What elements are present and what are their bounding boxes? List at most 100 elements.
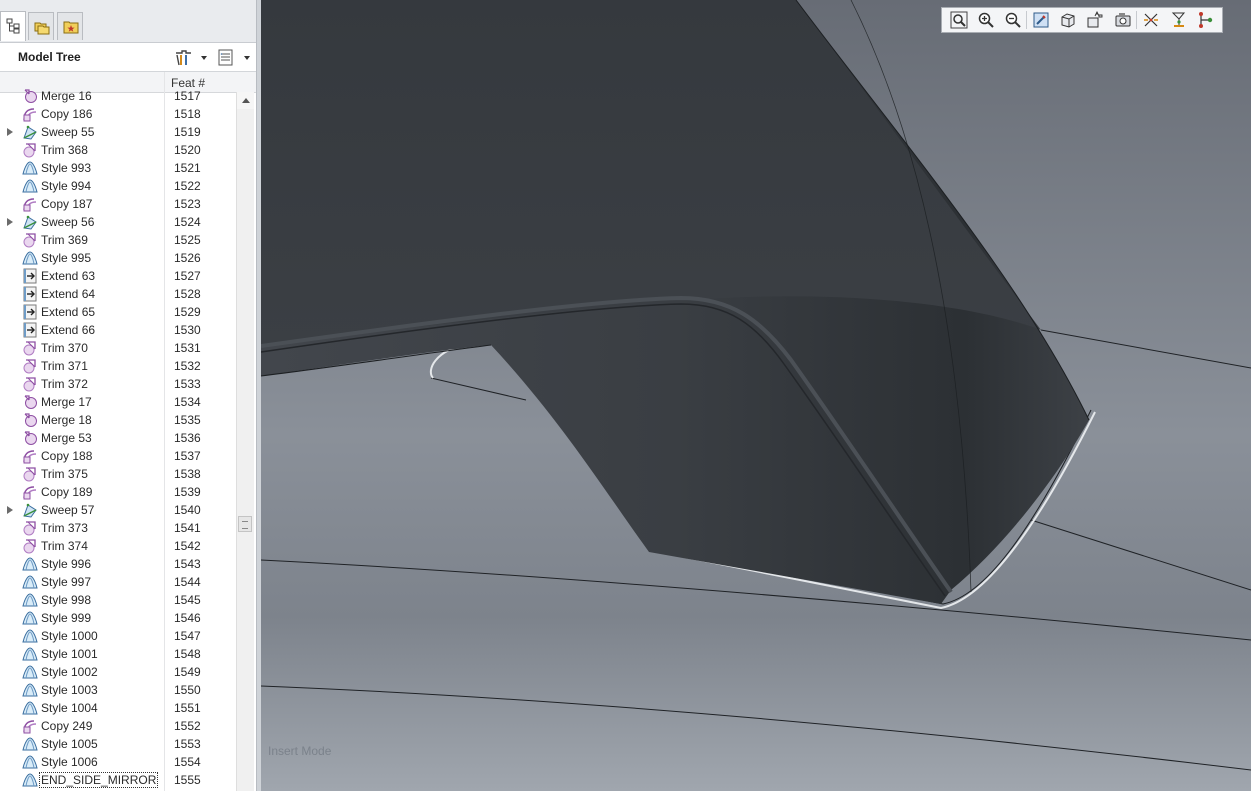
extend-feature-icon xyxy=(23,304,37,320)
navigator-tab-strip xyxy=(0,0,258,43)
tree-row[interactable]: Trim 369 1525 xyxy=(0,231,236,249)
spin-center-icon xyxy=(1199,12,1213,28)
feature-number: 1544 xyxy=(174,575,201,589)
tree-row[interactable]: Style 1006 1554 xyxy=(0,753,236,771)
feature-number: 1536 xyxy=(174,431,201,445)
datum-display-button[interactable] xyxy=(1140,10,1162,30)
tab-folder-browser[interactable] xyxy=(28,12,54,40)
tree-row[interactable]: Style 995 1526 xyxy=(0,249,236,267)
trim-feature-icon xyxy=(23,377,36,392)
feature-name: Sweep 57 xyxy=(41,503,95,517)
feature-number: 1535 xyxy=(174,413,201,427)
tree-row[interactable]: Sweep 56 1524 xyxy=(0,213,236,231)
feature-number: 1525 xyxy=(174,233,201,247)
graphics-window[interactable]: Insert Mode xyxy=(261,0,1251,791)
tree-columns-button[interactable] xyxy=(217,47,253,67)
tree-row[interactable]: Style 993 1521 xyxy=(0,159,236,177)
saved-orientations-button[interactable] xyxy=(1084,10,1106,30)
trim-feature-icon xyxy=(23,233,36,248)
feature-number: 1537 xyxy=(174,449,201,463)
repaint-button[interactable] xyxy=(1030,10,1052,30)
tree-row[interactable]: Style 1003 1550 xyxy=(0,681,236,699)
feature-number: 1541 xyxy=(174,521,201,535)
feature-number: 1554 xyxy=(174,755,201,769)
view-manager-button[interactable] xyxy=(1112,10,1134,30)
feature-name: Style 995 xyxy=(41,251,92,265)
spin-center-button[interactable] xyxy=(1195,10,1217,30)
tree-row[interactable]: Copy 189 1539 xyxy=(0,483,236,501)
grip-icon xyxy=(242,521,248,529)
tree-row[interactable]: Trim 372 1533 xyxy=(0,375,236,393)
display-style-button[interactable] xyxy=(1057,10,1079,30)
tree-row[interactable]: Trim 370 1531 xyxy=(0,339,236,357)
tree-row[interactable]: Extend 65 1529 xyxy=(0,303,236,321)
toolbar-separator xyxy=(1026,11,1027,29)
feature-name: Trim 370 xyxy=(41,341,88,355)
feature-number: 1534 xyxy=(174,395,201,409)
tree-row[interactable]: Style 1005 1553 xyxy=(0,735,236,753)
tree-row[interactable]: Trim 373 1541 xyxy=(0,519,236,537)
copy-feature-icon xyxy=(23,108,37,122)
tree-row[interactable]: Style 1000 1547 xyxy=(0,627,236,645)
feature-number: 1530 xyxy=(174,323,201,337)
zoom-in-button[interactable] xyxy=(975,10,997,30)
refit-icon xyxy=(950,11,968,29)
tree-row[interactable]: Copy 186 1518 xyxy=(0,105,236,123)
tree-row[interactable]: Copy 188 1537 xyxy=(0,447,236,465)
feature-name: Trim 369 xyxy=(41,233,88,247)
tree-row[interactable]: Trim 374 1542 xyxy=(0,537,236,555)
expand-arrow-icon[interactable] xyxy=(7,506,13,514)
tree-row[interactable]: Sweep 57 1540 xyxy=(0,501,236,519)
tab-model-tree[interactable] xyxy=(0,11,26,41)
tree-row[interactable]: Style 999 1546 xyxy=(0,609,236,627)
tree-row[interactable]: END_SIDE_MIRROR 1555 xyxy=(0,771,236,789)
tree-settings-button[interactable] xyxy=(173,47,207,67)
expand-arrow-icon[interactable] xyxy=(7,128,13,136)
expand-arrow-icon[interactable] xyxy=(7,218,13,226)
tree-scrollbar[interactable] xyxy=(236,92,254,791)
refit-button[interactable] xyxy=(948,10,970,30)
tree-row[interactable]: Style 997 1544 xyxy=(0,573,236,591)
zoom-out-icon xyxy=(1005,12,1021,28)
scroll-up-button[interactable] xyxy=(237,92,254,109)
tree-row[interactable]: Merge 18 1535 xyxy=(0,411,236,429)
tree-row[interactable]: Style 1004 1551 xyxy=(0,699,236,717)
feature-number: 1532 xyxy=(174,359,201,373)
tree-row[interactable]: Trim 375 1538 xyxy=(0,465,236,483)
extend-feature-icon xyxy=(23,322,37,338)
scroll-thumb[interactable] xyxy=(238,516,252,532)
annotation-display-button[interactable] xyxy=(1168,10,1190,30)
display-style-icon xyxy=(1061,13,1075,28)
tree-row[interactable]: Copy 249 1552 xyxy=(0,717,236,735)
tree-row[interactable]: Trim 371 1532 xyxy=(0,357,236,375)
zoom-out-button[interactable] xyxy=(1002,10,1024,30)
tree-row[interactable]: Merge 16 1517 xyxy=(0,87,236,105)
feature-number: 1551 xyxy=(174,701,201,715)
feature-name: Style 994 xyxy=(41,179,92,193)
tree-row[interactable]: Style 996 1543 xyxy=(0,555,236,573)
view-manager-icon xyxy=(1115,13,1131,27)
feature-number: 1517 xyxy=(174,89,201,103)
feature-number: 1539 xyxy=(174,485,201,499)
tree-row[interactable]: Merge 53 1536 xyxy=(0,429,236,447)
feature-name: Extend 64 xyxy=(41,287,96,301)
mode-label: Insert Mode xyxy=(268,744,332,758)
feature-number: 1553 xyxy=(174,737,201,751)
tree-row[interactable]: Sweep 55 1519 xyxy=(0,123,236,141)
tree-row[interactable]: Style 1002 1549 xyxy=(0,663,236,681)
tree-row[interactable]: Extend 63 1527 xyxy=(0,267,236,285)
feature-name: Trim 372 xyxy=(41,377,88,391)
feature-number: 1540 xyxy=(174,503,201,517)
tree-row[interactable]: Merge 17 1534 xyxy=(0,393,236,411)
tree-row[interactable]: Trim 368 1520 xyxy=(0,141,236,159)
tree-row[interactable]: Style 994 1522 xyxy=(0,177,236,195)
tree-row[interactable]: Style 998 1545 xyxy=(0,591,236,609)
tree-row[interactable]: Extend 66 1530 xyxy=(0,321,236,339)
tab-favorites[interactable] xyxy=(57,12,83,40)
tree-row[interactable]: Style 1001 1548 xyxy=(0,645,236,663)
tree-row[interactable]: Extend 64 1528 xyxy=(0,285,236,303)
feature-number: 1529 xyxy=(174,305,201,319)
feature-name: Extend 65 xyxy=(41,305,96,319)
feature-number: 1555 xyxy=(174,773,201,787)
tree-row[interactable]: Copy 187 1523 xyxy=(0,195,236,213)
